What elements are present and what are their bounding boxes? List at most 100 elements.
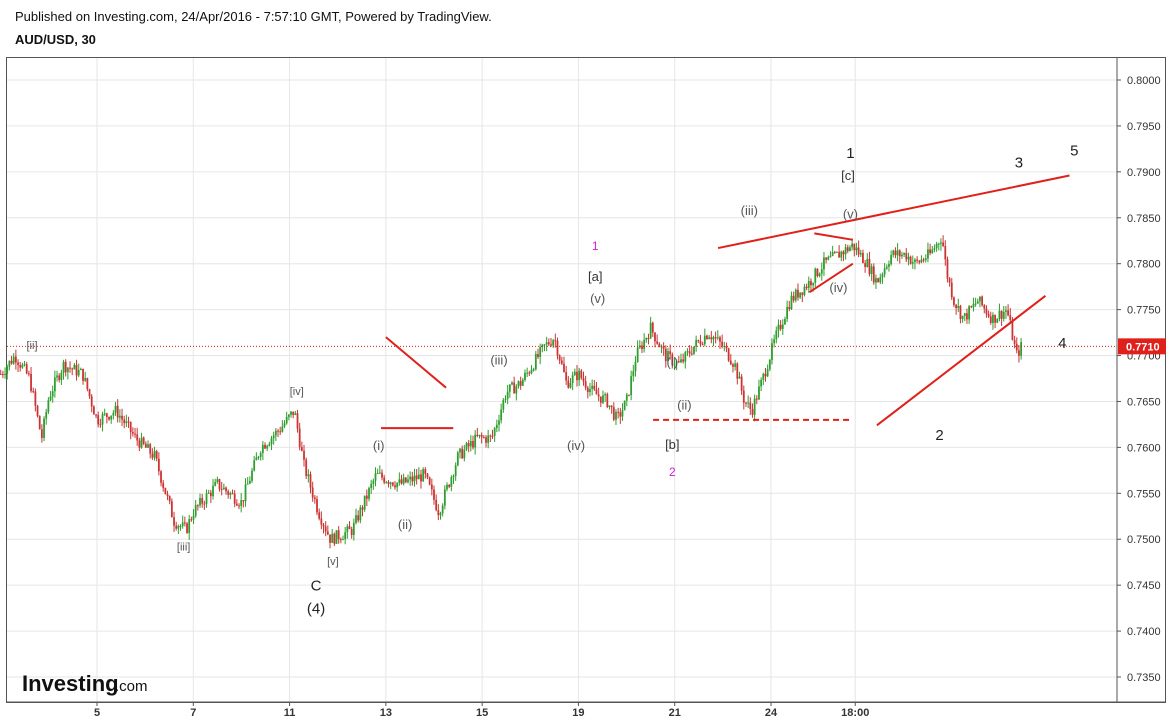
- candle: [985, 305, 988, 318]
- candle: [53, 370, 56, 398]
- candle-body: [201, 498, 204, 504]
- candle: [662, 342, 665, 356]
- candle: [164, 487, 167, 495]
- candle: [792, 291, 795, 303]
- candle-body: [643, 339, 646, 350]
- candle-body: [935, 243, 938, 249]
- candle-body: [699, 341, 702, 345]
- candle: [322, 522, 325, 534]
- candle-body: [144, 443, 147, 448]
- candle: [409, 471, 412, 486]
- candle-body: [827, 256, 830, 260]
- candle-body: [433, 489, 435, 500]
- candle-body: [569, 383, 572, 388]
- candle-body: [177, 526, 180, 529]
- candle: [155, 449, 158, 462]
- candle: [359, 504, 362, 524]
- candle: [175, 521, 178, 531]
- candle-body: [79, 368, 82, 371]
- candle: [892, 249, 895, 258]
- candle-body: [805, 286, 808, 289]
- candle-body: [348, 526, 351, 530]
- wave-label: (iv): [567, 438, 585, 453]
- candle: [266, 444, 269, 451]
- candle: [942, 235, 945, 248]
- candle-body: [859, 252, 862, 255]
- candle: [368, 486, 370, 502]
- candle-body: [686, 351, 689, 353]
- candle: [129, 421, 132, 440]
- candle-body: [584, 381, 587, 388]
- candle: [84, 371, 87, 382]
- candle: [617, 407, 620, 419]
- candle-body: [1009, 315, 1012, 321]
- candle-body: [248, 480, 251, 484]
- candle-body: [612, 407, 615, 420]
- candle: [1015, 337, 1018, 354]
- candle-body: [790, 295, 793, 310]
- candle: [207, 489, 210, 495]
- candle-body: [818, 273, 821, 277]
- candle: [231, 489, 234, 495]
- candle: [515, 384, 518, 401]
- candle: [183, 516, 186, 527]
- candle: [987, 310, 990, 319]
- candle: [560, 356, 563, 366]
- price-chart[interactable]: [ii] [iii] [iv] [v] C (4) (i) (ii) (iii) (iv) 1 [a]…: [0, 0, 1171, 724]
- candle: [584, 375, 587, 391]
- candle-body: [495, 424, 498, 429]
- candle: [138, 437, 141, 452]
- candle: [959, 304, 962, 324]
- candle-body: [437, 510, 440, 516]
- candle: [381, 469, 383, 481]
- candle-body: [461, 448, 464, 459]
- candle: [589, 382, 591, 397]
- candle-body: [894, 250, 897, 256]
- candle: [1002, 306, 1005, 322]
- candle-body: [454, 465, 457, 477]
- candle-body: [12, 356, 15, 364]
- candle: [706, 334, 708, 340]
- candle-body: [599, 396, 602, 403]
- candle-body: [690, 353, 693, 355]
- candle: [73, 362, 76, 370]
- candle-body: [994, 314, 997, 323]
- candle-body: [391, 482, 394, 486]
- candle-body: [953, 297, 955, 305]
- candle-body: [493, 428, 496, 436]
- candle: [459, 448, 461, 459]
- candle-body: [987, 314, 990, 317]
- candle-body: [305, 459, 308, 477]
- candle-body: [285, 416, 288, 424]
- candle-body: [142, 437, 145, 444]
- candle: [446, 482, 448, 492]
- candle-body: [625, 394, 628, 401]
- wave-label: 1: [846, 145, 854, 162]
- candle-body: [73, 364, 76, 370]
- candle: [992, 312, 994, 330]
- candle: [534, 350, 537, 371]
- candle-body: [175, 525, 178, 529]
- candle: [357, 510, 360, 523]
- candle-body: [4, 373, 6, 375]
- candle: [229, 491, 232, 500]
- candle-body: [463, 449, 466, 459]
- candle: [656, 334, 659, 345]
- candle: [953, 296, 955, 308]
- candle-body: [881, 274, 884, 278]
- candle-body: [192, 515, 195, 520]
- candle: [196, 504, 199, 511]
- candle-body: [218, 479, 221, 490]
- candle-body: [97, 415, 100, 425]
- candle-body: [331, 533, 334, 543]
- candle: [251, 467, 253, 484]
- candle: [342, 535, 344, 541]
- candle: [857, 240, 860, 258]
- candle: [454, 462, 457, 481]
- candle-body: [517, 381, 520, 387]
- candle-body: [417, 474, 420, 480]
- candle-body: [957, 305, 960, 309]
- candle-body: [677, 361, 680, 363]
- candle-body: [589, 388, 591, 393]
- candle: [313, 495, 316, 504]
